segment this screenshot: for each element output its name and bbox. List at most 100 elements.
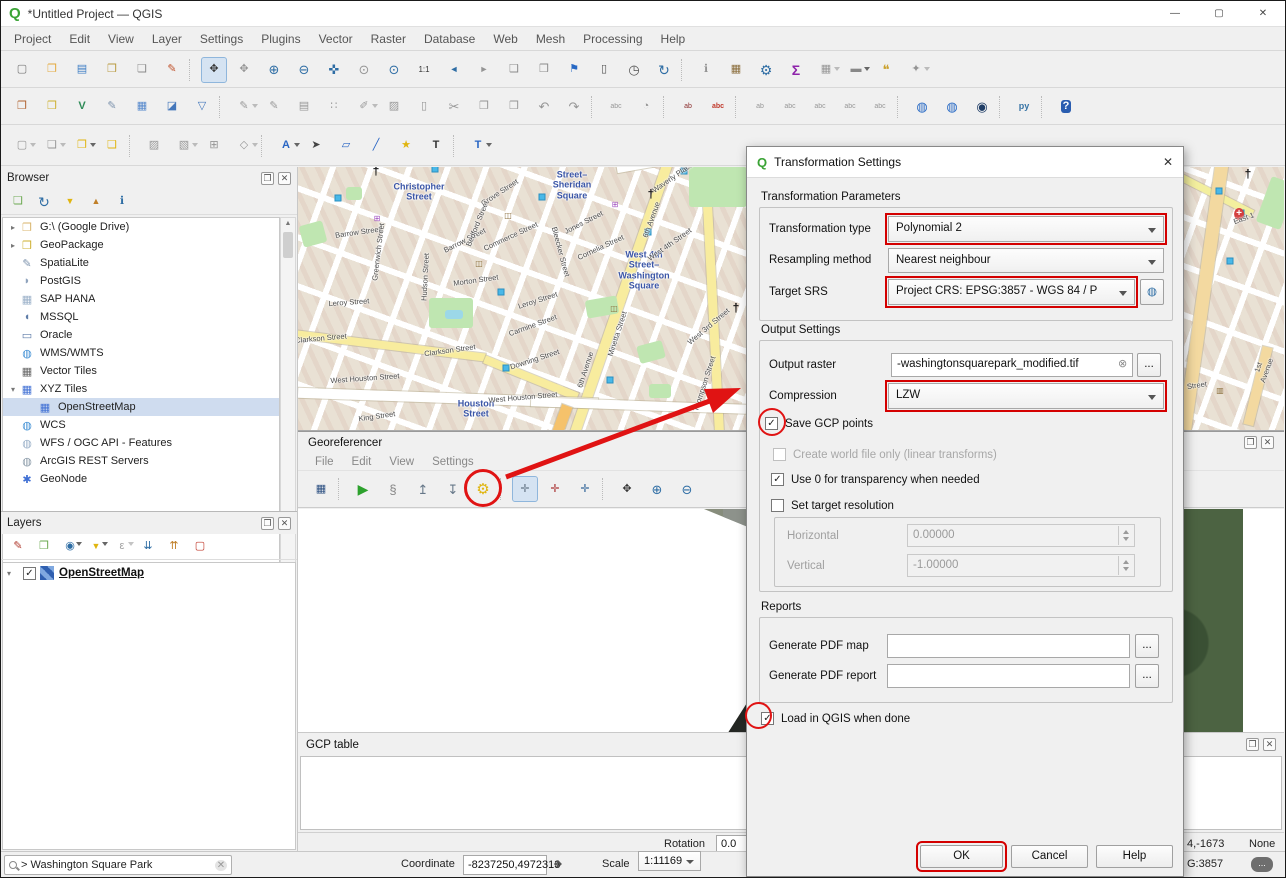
statistical-summary-icon[interactable]: ▦: [723, 57, 749, 83]
locator-search[interactable]: > Washington Square Park ✕: [4, 855, 232, 875]
new-spatialite-layer-icon[interactable]: ✎: [99, 94, 125, 120]
browser-add-layer-icon[interactable]: ❏: [7, 191, 29, 213]
manage-themes-icon[interactable]: ◉: [59, 536, 82, 558]
layers-close-icon[interactable]: ✕: [278, 516, 291, 530]
new-print-layout-icon[interactable]: ❒: [99, 57, 125, 83]
deselect-features-icon[interactable]: ❏: [39, 133, 66, 159]
highlight-pinned-labels-icon[interactable]: abc: [705, 94, 731, 120]
expander-icon[interactable]: ▸: [7, 223, 19, 232]
browser-item-geopackage[interactable]: ▸ ❒ GeoPackage: [3, 236, 279, 254]
resampling-method-combobox[interactable]: Nearest neighbour: [888, 248, 1164, 273]
menu-item[interactable]: Plugins: [252, 32, 309, 46]
add-group-icon[interactable]: ❐: [33, 536, 55, 558]
help-button[interactable]: Help: [1096, 845, 1173, 868]
browser-item-gdrive[interactable]: ▸ ❐ G:\ (Google Drive): [3, 218, 279, 236]
clear-field-icon[interactable]: ⊗: [1118, 357, 1127, 370]
new-project-icon[interactable]: ▢: [9, 57, 35, 83]
spatial-bookmarks-icon[interactable]: ⚑: [561, 57, 587, 83]
browser-collapse-icon[interactable]: ▲: [85, 191, 107, 213]
menu-item[interactable]: Settings: [191, 32, 252, 46]
move-gcp-point-icon[interactable]: ✛: [572, 476, 598, 502]
select-by-form-icon[interactable]: ❐: [69, 133, 96, 159]
expander-icon[interactable]: ▾: [7, 385, 19, 394]
help-contents-icon[interactable]: ?: [1053, 94, 1079, 120]
minimize-button[interactable]: —: [1153, 1, 1197, 27]
move-label-icon[interactable]: abc: [777, 94, 803, 120]
menu-item[interactable]: Edit: [343, 456, 381, 468]
raster-tools-icon[interactable]: ▧: [171, 133, 198, 159]
rotate-label-icon[interactable]: abc: [807, 94, 833, 120]
menu-item[interactable]: Vector: [310, 32, 362, 46]
filter-expression-icon[interactable]: ε: [111, 536, 134, 558]
georef-zoom-out-icon[interactable]: ⊖: [674, 476, 700, 502]
browser-item-geonode[interactable]: ✱ GeoNode: [3, 470, 279, 488]
ok-button[interactable]: OK: [916, 841, 1007, 872]
browser-item-openstreetmap[interactable]: ▦ OpenStreetMap: [3, 398, 279, 416]
layer-diagram-icon[interactable]: ◔: [633, 94, 659, 120]
browse-output-button[interactable]: ...: [1137, 353, 1161, 377]
open-raster-icon[interactable]: ▦: [308, 476, 334, 502]
remove-layer-icon[interactable]: ▢: [189, 536, 211, 558]
change-label-icon[interactable]: abc: [837, 94, 863, 120]
pan-map-icon[interactable]: ✥: [201, 56, 227, 83]
show-statistics-icon[interactable]: Σ: [783, 57, 809, 83]
delete-gcp-point-icon[interactable]: ✛: [542, 476, 568, 502]
new-virtual-layer-icon[interactable]: ▽: [189, 94, 215, 120]
compression-combobox[interactable]: LZW: [885, 380, 1167, 412]
browser-item-wms[interactable]: ◍ WMS/WMTS: [3, 344, 279, 362]
show-bookmarks-icon[interactable]: ▯: [591, 57, 617, 83]
layer-row-openstreetmap[interactable]: ▾ ✓ OpenStreetMap: [3, 563, 295, 583]
new-geopackage-layer-icon[interactable]: ❒: [39, 94, 65, 120]
add-line-annotation-icon[interactable]: ╱: [363, 133, 389, 159]
save-layer-edits-icon[interactable]: ▤: [291, 94, 317, 120]
menu-item[interactable]: Database: [415, 32, 484, 46]
menu-item[interactable]: Raster: [362, 32, 415, 46]
browser-item-wfs[interactable]: ◍ WFS / OGC API - Features: [3, 434, 279, 452]
add-polygon-annotation-icon[interactable]: ▱: [333, 133, 359, 159]
pdf-map-input[interactable]: [887, 634, 1130, 658]
messages-icon[interactable]: ...: [1251, 857, 1273, 872]
measure-icon[interactable]: ▬: [843, 57, 870, 83]
scroll-up-icon[interactable]: ▲: [281, 218, 295, 230]
georeferencer-float-icon[interactable]: ❐: [1244, 436, 1257, 449]
layer-styling-icon[interactable]: ✎: [7, 536, 29, 558]
extent-lock-icon[interactable]: ❖: [553, 858, 563, 871]
undo-icon[interactable]: ↶: [531, 94, 557, 120]
load-gcp-icon[interactable]: ↥: [410, 476, 436, 502]
filter-legend-icon[interactable]: ▼: [85, 536, 108, 558]
current-edits-icon[interactable]: ✎: [231, 94, 258, 120]
expander-icon[interactable]: ▸: [7, 241, 19, 250]
menu-item[interactable]: Project: [5, 32, 60, 46]
browser-item-xyz-tiles[interactable]: ▾ ▦ XYZ Tiles: [3, 380, 279, 398]
select-annotation-icon[interactable]: ➤: [303, 133, 329, 159]
output-raster-input[interactable]: -washingtonsquarepark_modified.tif: [891, 353, 1133, 377]
add-gcp-point-icon[interactable]: ✛: [512, 476, 538, 502]
menu-item[interactable]: File: [306, 456, 343, 468]
crs-status[interactable]: G:3857: [1187, 858, 1223, 870]
expand-all-icon[interactable]: ⇊: [137, 536, 159, 558]
clear-search-icon[interactable]: ✕: [215, 859, 227, 871]
cancel-button[interactable]: Cancel: [1011, 845, 1088, 868]
open-project-icon[interactable]: ❐: [39, 57, 65, 83]
browser-item-sap-hana[interactable]: ▦ SAP HANA: [3, 290, 279, 308]
identify-features-icon[interactable]: ℹ: [693, 57, 719, 83]
save-gcp-icon[interactable]: ↧: [440, 476, 466, 502]
form-annotation-icon[interactable]: T: [465, 133, 492, 159]
browser-float-icon[interactable]: ❐: [261, 171, 274, 185]
layer-visibility-checkbox[interactable]: ✓: [23, 566, 36, 580]
menu-item[interactable]: Layer: [143, 32, 191, 46]
raster-calculator-icon[interactable]: ▨: [141, 133, 167, 159]
advanced-digitizing-icon[interactable]: ✐: [351, 94, 378, 120]
georef-zoom-in-icon[interactable]: ⊕: [644, 476, 670, 502]
new-map-view-icon[interactable]: ❑: [501, 57, 527, 83]
cut-features-icon[interactable]: ✂: [441, 94, 467, 120]
change-label-properties-icon[interactable]: abc: [867, 94, 893, 120]
browser-item-mssql[interactable]: ◖ MSSQL: [3, 308, 279, 326]
style-manager-icon[interactable]: ✎: [159, 57, 185, 83]
dialog-close-icon[interactable]: ✕: [1163, 155, 1173, 169]
expander-icon[interactable]: ▾: [7, 569, 19, 578]
refresh-map-icon[interactable]: ↻: [651, 57, 677, 83]
temporal-controller-icon[interactable]: ◷: [621, 57, 647, 83]
metasearch-catalog-icon[interactable]: ◉: [969, 94, 995, 120]
pin-labels-icon[interactable]: ab: [675, 94, 701, 120]
